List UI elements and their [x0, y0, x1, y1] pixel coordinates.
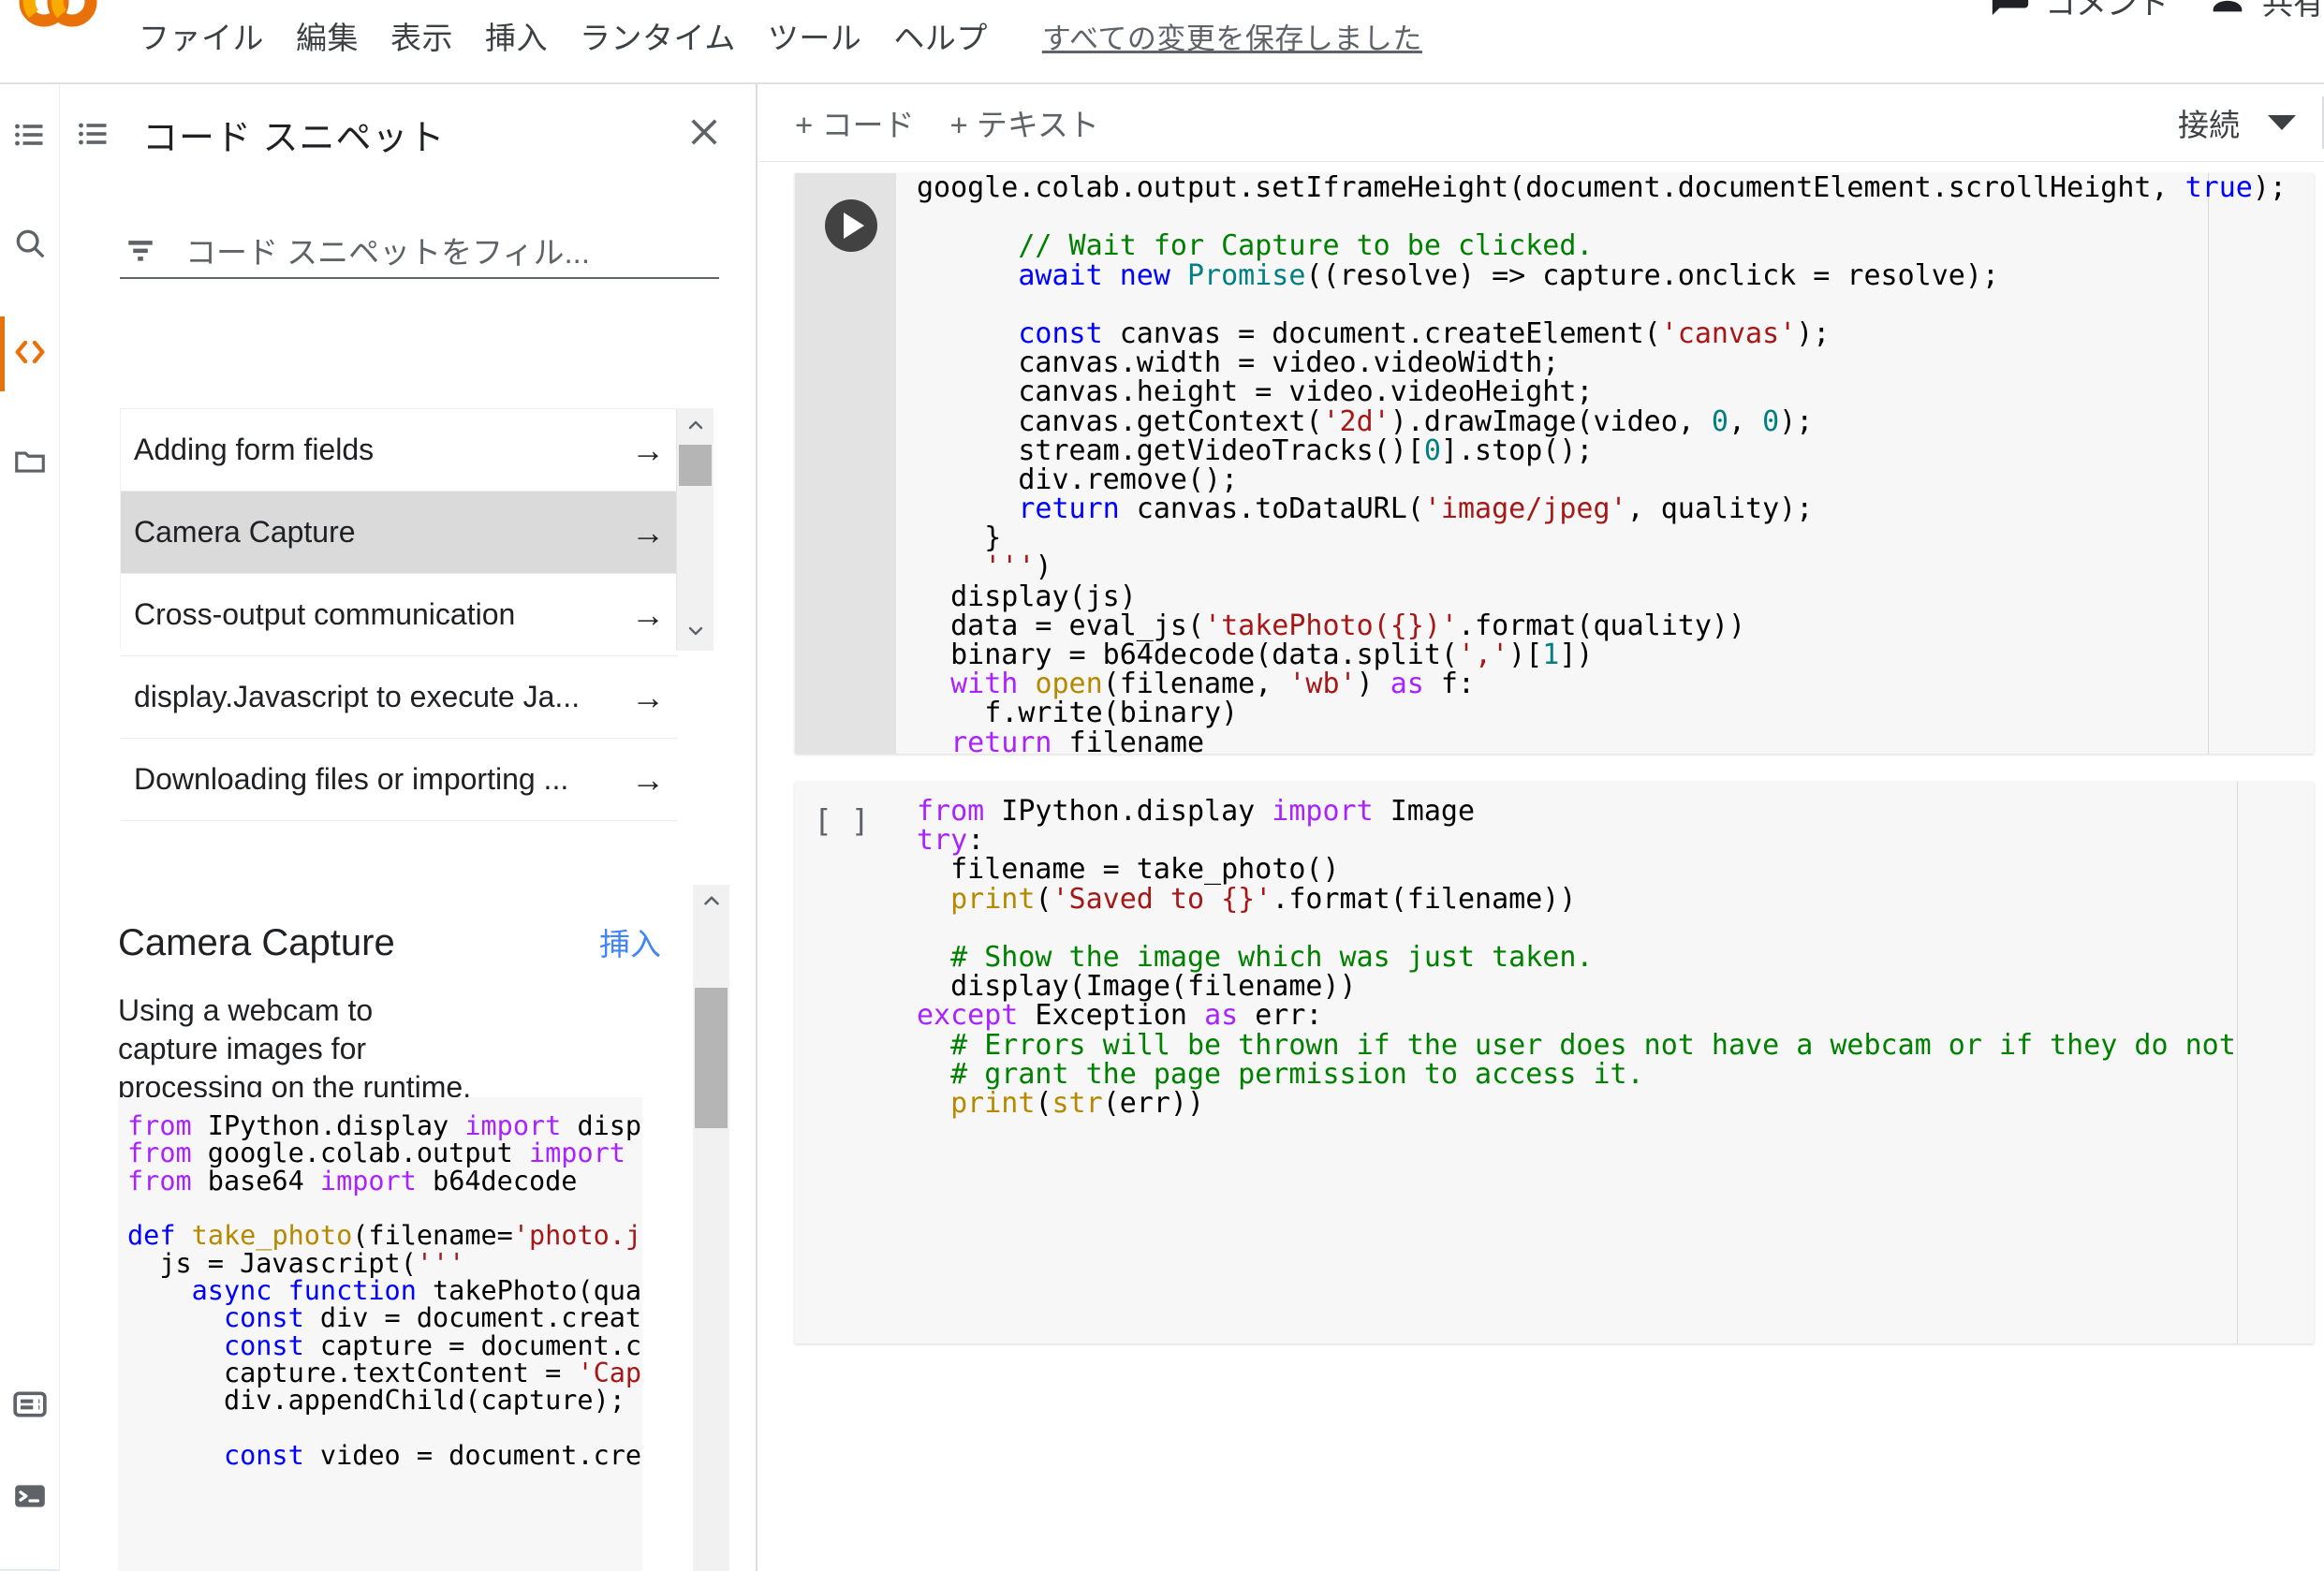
comment-icon [1989, 0, 2032, 26]
sidebar-item-terminal[interactable] [0, 1468, 60, 1528]
share-button[interactable]: 共有 [2206, 0, 2324, 26]
share-label: 共有 [2262, 0, 2324, 21]
scrollbar-thumb[interactable] [695, 988, 728, 1128]
sidebar-item-files[interactable] [0, 433, 60, 492]
cell-source-code[interactable]: from IPython.display import Image try: f… [896, 782, 2314, 1343]
arrow-right-icon: → [631, 430, 665, 469]
snippets-list: Adding form fields → Camera Capture → Cr… [121, 409, 678, 821]
menu-file[interactable]: ファイル [139, 13, 264, 58]
snippet-label: Adding form fields [134, 433, 375, 466]
arrow-right-icon: → [631, 512, 665, 551]
scroll-up-button[interactable] [677, 409, 713, 445]
snippets-list-scrollbar[interactable] [676, 409, 713, 651]
code-snippets-icon [11, 333, 49, 375]
list-item[interactable]: Camera Capture → [121, 492, 678, 574]
scrollbar-thumb[interactable] [679, 445, 712, 486]
chevron-up-icon [684, 414, 707, 441]
snippets-list-container: Adding form fields → Camera Capture → Cr… [120, 408, 713, 821]
run-play-icon [843, 213, 864, 239]
cell-index-label[interactable]: [ ] [814, 802, 870, 839]
command-palette-icon [11, 1386, 49, 1428]
menu-tools[interactable]: ツール [768, 13, 862, 58]
terminal-icon [11, 1477, 49, 1520]
close-panel-button[interactable] [683, 112, 726, 155]
snippet-code-preview: from IPython.display import displa from … [118, 1097, 642, 1571]
sidebar-item-code-snippets[interactable] [0, 316, 60, 391]
close-icon [684, 112, 724, 156]
snippets-panel-header: コード スニペット [60, 101, 756, 167]
snippets-filter-row: コード スニペットをフィル... [120, 223, 719, 283]
sidebar-item-command-palette[interactable] [0, 1376, 60, 1436]
search-icon [12, 226, 48, 266]
list-icon [67, 117, 120, 151]
run-cell-button[interactable] [825, 199, 877, 252]
notebook-area: + コード + テキスト 接続 google.colab.output.setI… [759, 84, 2324, 1571]
arrow-right-icon: → [631, 595, 665, 634]
table-of-contents-icon [13, 118, 47, 156]
connect-label: 接続 [2178, 108, 2240, 142]
filter-icon [120, 234, 161, 266]
add-code-cell-button[interactable]: + コード [795, 100, 914, 145]
sidebar-item-search[interactable] [0, 215, 60, 275]
comment-button[interactable]: コメント [1989, 0, 2169, 26]
avatar [2206, 0, 2249, 26]
top-bar-actions: コメント 共有 [1989, 0, 2324, 26]
search-input[interactable]: コード スニペットをフィル... [185, 228, 590, 272]
panel-title: コード スニペット [142, 118, 446, 158]
insert-snippet-button[interactable]: 挿入 [599, 919, 661, 964]
connect-button[interactable]: 接続 [2178, 100, 2322, 145]
cell-source-code[interactable]: google.colab.output.setIframeHeight(docu… [896, 173, 2314, 754]
code-snippets-panel: コード スニペット コード スニペットをフィル... Adding form f… [60, 84, 758, 1571]
comment-label: コメント [2045, 0, 2169, 21]
chevron-down-icon[interactable] [2268, 115, 2296, 130]
snippet-detail-scrollbar[interactable] [693, 885, 729, 1571]
top-menu-bar: ファイル 編集 表示 挿入 ランタイム ツール ヘルプ すべての変更を保存しまし… [0, 0, 2324, 84]
list-item[interactable]: Adding form fields → [121, 409, 678, 492]
menu-insert[interactable]: 挿入 [485, 13, 548, 58]
chevron-up-icon [699, 888, 724, 918]
menu-edit[interactable]: 編集 [296, 13, 359, 58]
list-item[interactable]: Cross-output communication → [121, 574, 678, 656]
snippet-detail-pane: Camera Capture 挿入 Using a webcam to capt… [60, 683, 756, 1571]
code-cell[interactable]: [ ] from IPython.display import Image tr… [795, 782, 2314, 1343]
menu-runtime[interactable]: ランタイム [580, 13, 736, 58]
snippet-description: Using a webcam to capture images for pro… [118, 993, 472, 1104]
colab-logo [13, 0, 103, 47]
snippet-label: Camera Capture [134, 515, 356, 549]
left-icon-rail [0, 84, 60, 1571]
cell-gutter: [ ] [795, 782, 896, 1343]
notebook-toolbar: + コード + テキスト 接続 [759, 84, 2324, 162]
connect-area: 接続 [2178, 96, 2324, 149]
menu-view[interactable]: 表示 [390, 13, 453, 58]
add-text-cell-button[interactable]: + テキスト [949, 100, 1098, 145]
chevron-down-icon [684, 620, 707, 647]
scroll-up-button[interactable] [693, 885, 729, 920]
menu-bar: ファイル 編集 表示 挿入 ランタイム ツール ヘルプ すべての変更を保存しまし… [139, 13, 1422, 58]
scroll-down-button[interactable] [677, 615, 713, 651]
files-folder-icon [12, 443, 48, 483]
save-status-label[interactable]: すべての変更を保存しました [1042, 15, 1422, 57]
menu-help[interactable]: ヘルプ [893, 13, 988, 58]
code-cell[interactable]: google.colab.output.setIframeHeight(docu… [795, 173, 2314, 754]
snippet-detail-title: Camera Capture [118, 922, 395, 963]
snippet-detail-header: Camera Capture 挿入 [118, 919, 661, 964]
cell-gutter [795, 173, 896, 754]
snippet-label: Cross-output communication [134, 597, 516, 631]
sidebar-item-table-of-contents[interactable] [0, 107, 60, 167]
